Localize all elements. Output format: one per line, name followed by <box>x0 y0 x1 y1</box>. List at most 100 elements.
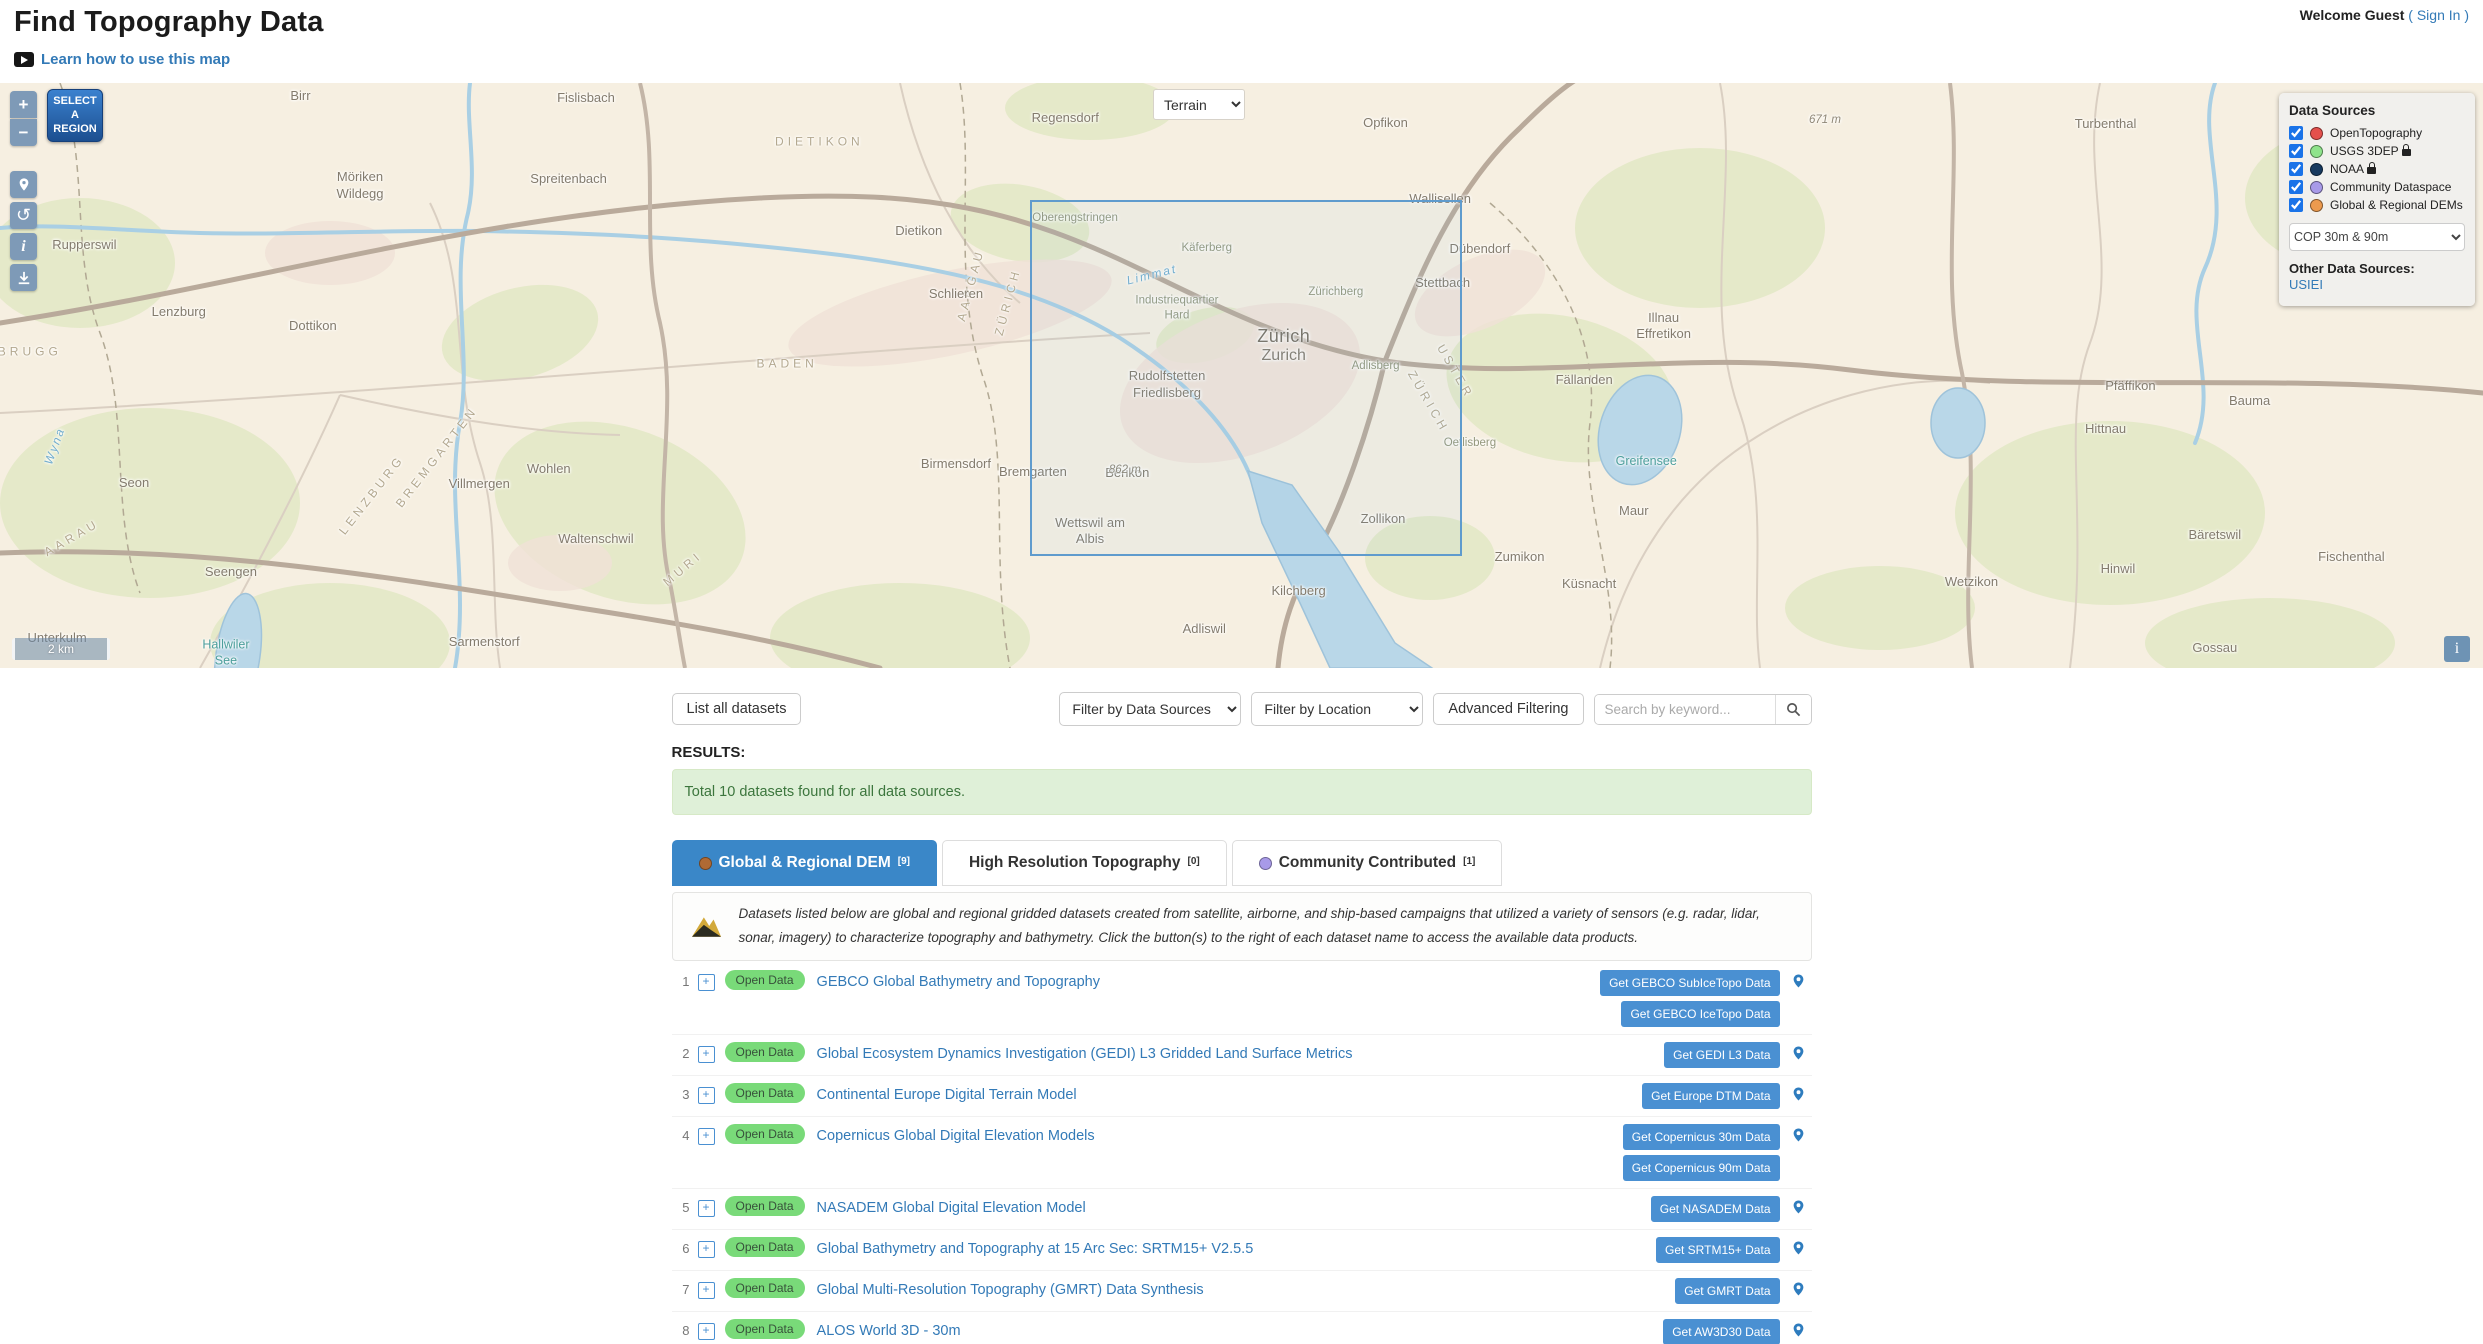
tab-dot-icon <box>699 857 712 870</box>
location-pin-icon <box>1792 1281 1805 1297</box>
data-sources-panel: Data Sources OpenTopographyUSGS 3DEPNOAA… <box>2279 93 2475 306</box>
drop-pin-button[interactable] <box>10 171 37 198</box>
search-button[interactable] <box>1775 695 1811 724</box>
zoom-in-button[interactable]: + <box>10 91 37 118</box>
data-source-checkbox[interactable] <box>2289 144 2303 158</box>
opentopography-logo-icon <box>687 912 725 940</box>
open-data-badge[interactable]: Open Data <box>725 1124 805 1144</box>
tab-high-resolution-topography[interactable]: High Resolution Topography [0] <box>942 840 1227 886</box>
open-data-badge[interactable]: Open Data <box>725 1042 805 1062</box>
dataset-name-link[interactable]: Global Multi-Resolution Topography (GMRT… <box>817 1278 1676 1301</box>
open-data-badge[interactable]: Open Data <box>725 1278 805 1298</box>
dataset-row: 4 + Open Data Copernicus Global Digital Ele… <box>672 1117 1812 1189</box>
zoom-to-extent-pin[interactable] <box>1792 1319 1806 1343</box>
zoom-to-extent-pin[interactable] <box>1792 1278 1806 1302</box>
get-data-button[interactable]: Get GMRT Data <box>1675 1278 1779 1304</box>
get-data-button[interactable]: Get NASADEM Data <box>1651 1196 1780 1222</box>
dataset-number: 6 <box>674 1237 690 1261</box>
zoom-to-extent-pin[interactable] <box>1792 1042 1806 1066</box>
find-topography-data-page: Find Topography Data Welcome Guest ( Sig… <box>0 0 2483 1344</box>
open-data-badge[interactable]: Open Data <box>725 1237 805 1257</box>
attribution-info-button[interactable]: i <box>2444 636 2470 662</box>
dataset-name-link[interactable]: Global Ecosystem Dynamics Investigation … <box>817 1042 1665 1065</box>
dataset-number: 3 <box>674 1083 690 1107</box>
video-play-icon <box>14 52 34 67</box>
get-data-button[interactable]: Get GEDI L3 Data <box>1664 1042 1779 1068</box>
dataset-buttons: Get GMRT Data <box>1675 1278 1779 1304</box>
search-icon <box>1786 702 1801 717</box>
get-data-button[interactable]: Get Europe DTM Data <box>1642 1083 1779 1109</box>
sign-in-link[interactable]: ( Sign In ) <box>2408 7 2469 23</box>
learn-how-link[interactable]: Learn how to use this map <box>14 51 230 68</box>
lock-icon <box>2367 167 2376 174</box>
expand-dataset-icon[interactable]: + <box>698 1046 715 1063</box>
dataset-row: 8+Open DataALOS World 3D - 30mGet AW3D30… <box>672 1312 1812 1344</box>
dataset-name-link[interactable]: Copernicus Global Digital Elevation Mode… <box>817 1124 1623 1147</box>
get-data-button[interactable]: Get Copernicus 90m Data <box>1623 1155 1780 1181</box>
filter-by-location-select[interactable]: Filter by Location <box>1251 692 1423 726</box>
data-source-checkbox[interactable] <box>2289 126 2303 140</box>
get-data-button[interactable]: Get SRTM15+ Data <box>1656 1237 1780 1263</box>
dataset-name-link[interactable]: NASADEM Global Digital Elevation Model <box>817 1196 1651 1219</box>
zoom-out-button[interactable]: − <box>10 119 37 146</box>
dataset-number: 4 <box>674 1124 690 1148</box>
dataset-name-link[interactable]: GEBCO Global Bathymetry and Topography <box>817 970 1601 993</box>
tab-global-regional-dem[interactable]: Global & Regional DEM[9] <box>672 840 937 886</box>
zoom-to-extent-pin[interactable] <box>1792 1083 1806 1107</box>
data-source-label: USGS 3DEP <box>2330 144 2411 158</box>
get-data-button[interactable]: Get GEBCO IceTopo Data <box>1621 1001 1779 1027</box>
get-data-button[interactable]: Get Copernicus 30m Data <box>1623 1124 1780 1150</box>
get-data-button[interactable]: Get GEBCO SubIceTopo Data <box>1600 970 1779 996</box>
filter-toolbar: List all datasets Filter by Data Sources… <box>672 692 1812 726</box>
dataset-buttons: Get AW3D30 DataGet AW3D30 Ellipsoidal Da… <box>1606 1319 1780 1344</box>
zoom-to-extent-pin[interactable] <box>1792 1124 1806 1148</box>
select-region-button[interactable]: SELECT A REGION <box>47 89 103 142</box>
dataset-row: 6 + Open Data Global Bathymetry and Topogra… <box>672 1230 1812 1271</box>
info-icon: i <box>21 238 25 256</box>
data-source-color-dot <box>2310 199 2323 212</box>
data-source-color-dot <box>2310 127 2323 140</box>
filter-by-data-sources-select[interactable]: Filter by Data Sources <box>1059 692 1241 726</box>
data-source-checkbox[interactable] <box>2289 198 2303 212</box>
map-info-button[interactable]: i <box>10 233 37 260</box>
data-source-checkbox[interactable] <box>2289 180 2303 194</box>
data-source-checkbox[interactable] <box>2289 162 2303 176</box>
dataset-row: 2+Open DataGlobal Ecosystem Dynamics Inv… <box>672 1035 1812 1076</box>
download-map-button[interactable] <box>10 264 37 291</box>
open-data-badge[interactable]: Open Data <box>725 1196 805 1216</box>
basemap-selector[interactable]: Terrain <box>1153 89 1245 120</box>
expand-dataset-icon[interactable]: + <box>698 1128 715 1145</box>
dataset-name-link[interactable]: Global Bathymetry and Topography at 15 A… <box>817 1237 1656 1260</box>
expand-dataset-icon[interactable]: + <box>698 1087 715 1104</box>
usiei-link[interactable]: USIEI <box>2289 277 2323 292</box>
zoom-to-extent-pin[interactable] <box>1792 1237 1806 1261</box>
expand-dataset-icon[interactable]: + <box>698 1200 715 1217</box>
expand-dataset-icon[interactable]: + <box>698 1282 715 1299</box>
tab-community-contributed[interactable]: Community Contributed[1] <box>1232 840 1503 886</box>
open-data-badge[interactable]: Open Data <box>725 1083 805 1103</box>
advanced-filtering-button[interactable]: Advanced Filtering <box>1433 693 1583 725</box>
data-source-color-dot <box>2310 163 2323 176</box>
dataset-buttons: Get GEBCO SubIceTopo Data Get GEBCO IceTo… <box>1600 970 1779 1027</box>
tab-label: Community Contributed <box>1279 854 1456 872</box>
expand-dataset-icon[interactable]: + <box>698 974 715 991</box>
expand-dataset-icon[interactable]: + <box>698 1323 715 1340</box>
region-selection-box[interactable] <box>1030 200 1461 556</box>
zoom-to-extent-pin[interactable] <box>1792 970 1806 994</box>
get-data-button[interactable]: Get AW3D30 Data <box>1663 1319 1779 1344</box>
open-data-badge[interactable]: Open Data <box>725 970 805 990</box>
reset-view-button[interactable]: ↺ <box>10 202 37 229</box>
dem-selector[interactable]: COP 30m & 90m <box>2289 223 2465 251</box>
expand-dataset-icon[interactable]: + <box>698 1241 715 1258</box>
dataset-buttons: Get Europe DTM Data <box>1642 1083 1779 1109</box>
dataset-name-link[interactable]: ALOS World 3D - 30m <box>817 1319 1606 1342</box>
dataset-buttons: Get NASADEM Data <box>1651 1196 1780 1222</box>
tab-count: [0] <box>1188 856 1200 867</box>
tab-label: High Resolution Topography <box>969 854 1181 872</box>
map-viewport[interactable]: BirrFislisbachRegensdorfOpfikonTurbentha… <box>0 83 2483 668</box>
open-data-badge[interactable]: Open Data <box>725 1319 805 1339</box>
zoom-to-extent-pin[interactable] <box>1792 1196 1806 1220</box>
list-all-datasets-button[interactable]: List all datasets <box>672 693 802 725</box>
search-input[interactable] <box>1595 695 1775 724</box>
dataset-name-link[interactable]: Continental Europe Digital Terrain Model <box>817 1083 1643 1106</box>
